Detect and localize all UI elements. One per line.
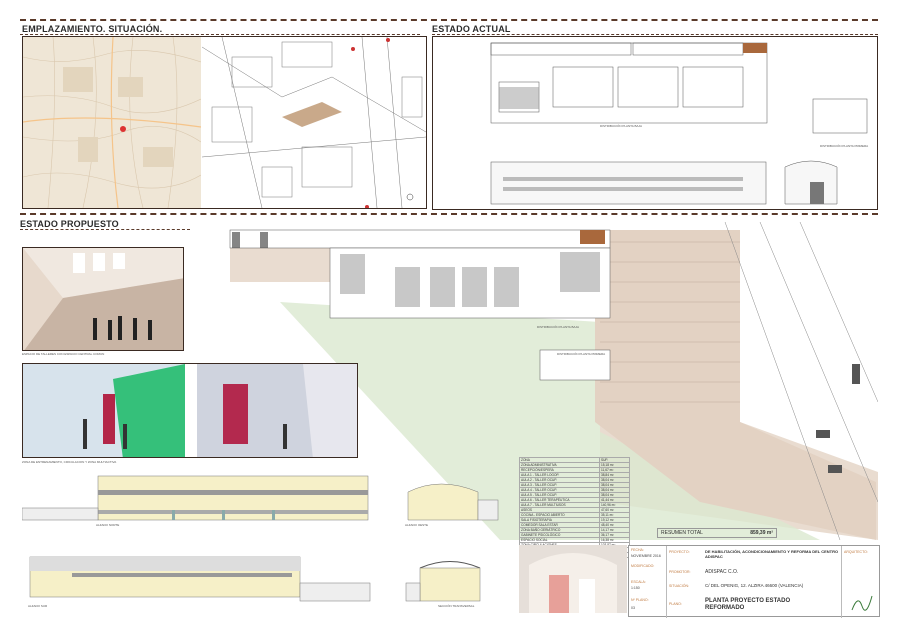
areas-table-container: ZONA SUP. ZONA ADMINISTRATIVA 15,18 m² REC… [519, 457, 630, 558]
promotor-value: ADISPAC C.O. [705, 569, 739, 575]
situacion-label: SITUACIÓN: [669, 584, 690, 588]
title-block-center: PROYECTO: DE HABILITACIÓN, ACONDICIONAMI… [669, 546, 839, 618]
caption-alzado-norte: ALZADO NORTE [96, 523, 120, 527]
summary-total: RESUMEN TOTAL 859,39 m² [657, 528, 777, 538]
plano-num-value: 03 [631, 606, 635, 610]
summary-value: 859,39 m² [750, 530, 773, 536]
plano-name-value: PLANTA PROYECTO ESTADO REFORMADO [705, 598, 791, 611]
caption-plan-primera-prop: DISTRIBUCIÓN PLANTA PRIMERA [557, 352, 606, 356]
caption-alzado-oeste: ALZADO OESTE [405, 523, 429, 527]
signature-icon [851, 595, 873, 611]
caption-render1: ESPACIO DE TALLERES CON ESPACIO CENTRAL … [22, 352, 105, 356]
current-underline [432, 34, 878, 35]
middle-dash-line [20, 213, 878, 215]
escala-value: 1:150 [631, 586, 640, 590]
title-block: FECHA: NOVIEMBRE 2016 MODIFICADO: ESCALA… [628, 545, 881, 618]
render-interior [519, 545, 627, 613]
fecha-label: FECHA: [631, 548, 644, 552]
city-map [23, 37, 201, 208]
elevation-north [22, 472, 380, 522]
section-title-location: EMPLAZAMIENTO. SITUACIÓN. [22, 24, 163, 34]
renders-row [22, 363, 358, 458]
areas-table: ZONA SUP. ZONA ADMINISTRATIVA 15,18 m² REC… [519, 457, 630, 558]
proyecto-label: PROYECTO: [669, 550, 690, 554]
section-title-proposed: ESTADO PROPUESTO [20, 219, 119, 229]
current-state-frame [432, 36, 878, 210]
caption-plan-primera-actual: DISTRIBUCIÓN PLANTA PRIMERA [820, 144, 869, 148]
modificado-label: MODIFICADO: [631, 564, 655, 568]
caption-plan-baja-prop: DISTRIBUCIÓN PLANTA BAJA [537, 325, 579, 329]
summary-label: RESUMEN TOTAL [661, 530, 703, 536]
render-corridor-1 [22, 247, 184, 351]
title-block-left: FECHA: NOVIEMBRE 2016 MODIFICADO: ESCALA… [629, 546, 667, 618]
plano-num-label: Nº PLANO: [631, 598, 649, 602]
caption-plan-baja-actual: DISTRIBUCIÓN PLANTA BAJA [600, 124, 642, 128]
arquitecto-label: ARQUITECTO: [844, 550, 868, 554]
top-dash-line [20, 19, 878, 21]
caption-seccion: SECCIÓN TRANSVERSAL [438, 604, 475, 608]
proyecto-value: DE HABILITACIÓN, ACONDICIONAMIENTO Y REF… [705, 549, 839, 559]
title-block-right: ARQUITECTO: [841, 546, 881, 618]
proposed-underline [20, 229, 190, 230]
caption-render2: ZONA DE ENTRENAMIENTO, CIRCULACION Y ZON… [22, 460, 117, 464]
escala-label: ESCALA: [631, 580, 646, 584]
situacion-value: C/ DEL OPENIG, 12. ALZIRA 46600 (VALENCI… [705, 583, 804, 588]
section-transversal [400, 553, 500, 603]
fecha-value: NOVIEMBRE 2016 [631, 554, 661, 558]
location-underline [20, 34, 420, 35]
cadastre-plan [202, 37, 426, 208]
elevation-south [22, 553, 380, 603]
promotor-label: PROMOTOR: [669, 570, 691, 574]
caption-alzado-sur: ALZADO SUR [28, 604, 48, 608]
section-title-current: ESTADO ACTUAL [432, 24, 511, 34]
plano-name-label: PLANO: [669, 602, 682, 606]
elevation-west [400, 472, 500, 522]
